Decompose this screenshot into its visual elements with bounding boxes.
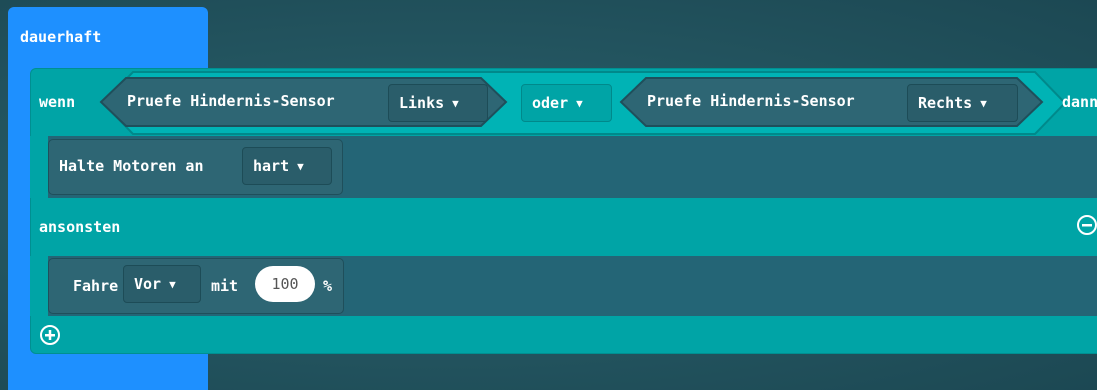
dropdown-value: Links bbox=[399, 93, 445, 112]
triangle-down-icon: ▼ bbox=[169, 277, 176, 291]
operator-dropdown[interactable]: oder ▼ bbox=[521, 84, 612, 122]
condition-right-label: Pruefe Hindernis-Sensor bbox=[647, 92, 855, 110]
minus-circle-icon[interactable] bbox=[1077, 215, 1097, 235]
if-block-arm bbox=[30, 136, 48, 198]
else-block-arm bbox=[30, 256, 48, 316]
percent-label: % bbox=[323, 277, 333, 295]
triangle-down-icon: ▼ bbox=[452, 96, 459, 110]
triangle-down-icon: ▼ bbox=[297, 159, 304, 173]
drive-label: Fahre bbox=[73, 277, 119, 295]
triangle-down-icon: ▼ bbox=[980, 96, 987, 110]
condition-left-label: Pruefe Hindernis-Sensor bbox=[127, 92, 335, 110]
sensor-side-dropdown-right[interactable]: Rechts ▼ bbox=[907, 84, 1018, 122]
operator-value: oder bbox=[532, 93, 569, 112]
then-label: dann bbox=[1062, 93, 1097, 111]
forever-label: dauerhaft bbox=[20, 28, 102, 46]
brake-mode-dropdown[interactable]: hart ▼ bbox=[242, 147, 332, 185]
dropdown-value: hart bbox=[253, 156, 290, 175]
else-label: ansonsten bbox=[39, 218, 121, 236]
with-label: mit bbox=[211, 277, 239, 295]
speed-input[interactable]: 100 bbox=[255, 266, 315, 302]
sensor-side-dropdown-left[interactable]: Links ▼ bbox=[388, 84, 488, 122]
stop-motors-label: Halte Motoren an bbox=[59, 157, 204, 175]
triangle-down-icon: ▼ bbox=[576, 96, 583, 110]
direction-dropdown[interactable]: Vor ▼ bbox=[123, 265, 201, 303]
dropdown-value: Rechts bbox=[918, 93, 973, 112]
if-label: wenn bbox=[39, 93, 76, 111]
dropdown-value: Vor bbox=[134, 274, 162, 293]
plus-circle-icon[interactable] bbox=[40, 325, 60, 345]
